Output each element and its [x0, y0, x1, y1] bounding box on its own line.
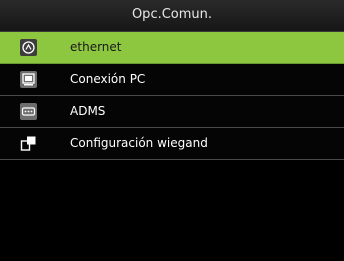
adms-icon [20, 103, 37, 120]
ethernet-icon [20, 39, 37, 56]
comm-options-menu: ethernet Conexión PC ADMS Configuración … [0, 32, 344, 160]
menu-item-wiegand[interactable]: Configuración wiegand [0, 128, 344, 160]
menu-item-ethernet[interactable]: ethernet [0, 32, 344, 64]
page-title: Opc.Comun. [131, 7, 213, 22]
menu-item-label: ADMS [70, 104, 106, 118]
menu-item-label: Configuración wiegand [70, 136, 208, 150]
pc-connection-icon [20, 71, 37, 88]
menu-item-label: ethernet [70, 40, 122, 54]
wiegand-icon [20, 135, 37, 152]
menu-item-adms[interactable]: ADMS [0, 96, 344, 128]
title-bar: Opc.Comun. [0, 0, 344, 32]
menu-item-pc-connection[interactable]: Conexión PC [0, 64, 344, 96]
menu-item-label: Conexión PC [70, 72, 146, 86]
